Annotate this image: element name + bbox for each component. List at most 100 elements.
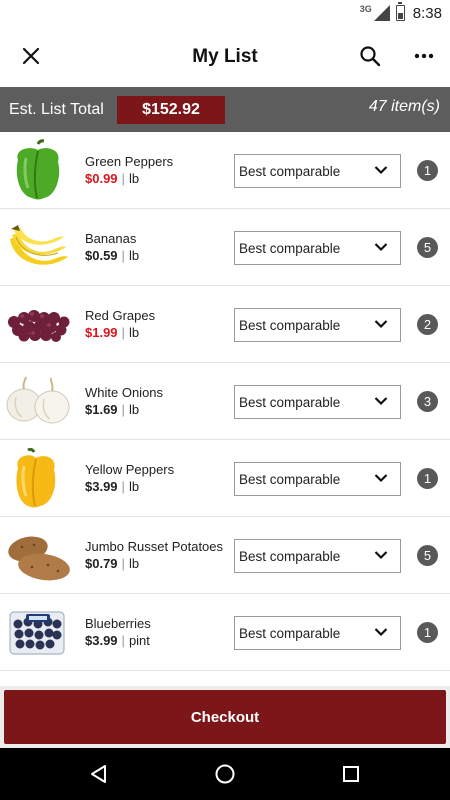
price-separator: | xyxy=(121,247,125,263)
quantity-badge[interactable]: 5 xyxy=(417,545,438,566)
home-button[interactable] xyxy=(212,761,238,787)
substitution-select[interactable]: Best comparable xyxy=(234,539,401,573)
substitution-select[interactable]: Best comparable xyxy=(234,231,401,265)
item-price-line: $3.99 | pint xyxy=(85,632,225,650)
chevron-down-icon xyxy=(374,166,388,175)
item-unit: lb xyxy=(128,324,140,340)
item-name: Yellow Peppers xyxy=(85,461,175,477)
item-name: White Onions xyxy=(85,384,164,400)
item-price: $0.99 xyxy=(85,170,118,186)
item-price: $1.99 xyxy=(85,324,118,340)
list-item[interactable]: Green Peppers $0.99 | lb Best comparable 1 xyxy=(0,132,450,209)
substitution-select[interactable]: Best comparable xyxy=(234,462,401,496)
item-price: $3.99 xyxy=(85,632,118,648)
item-name: Jumbo Russet Potatoes xyxy=(85,538,224,554)
quantity-badge[interactable]: 2 xyxy=(417,314,438,335)
item-name: Bananas xyxy=(85,230,137,246)
item-info: Bananas $0.59 | lb xyxy=(85,209,225,286)
quantity-badge[interactable]: 1 xyxy=(417,160,438,181)
item-price: $3.99 xyxy=(85,478,118,494)
potato-image xyxy=(8,536,70,581)
list-item[interactable]: Jumbo Russet Potatoes $0.79 | lb Best comp… xyxy=(0,517,450,594)
home-icon xyxy=(215,764,235,784)
select-value: Best comparable xyxy=(239,317,341,333)
screen: 3G 8:38 My List Est. List Total $152.92 … xyxy=(0,0,450,800)
item-price-line: $1.69 | lb xyxy=(85,401,225,419)
item-info: Jumbo Russet Potatoes $0.79 | lb xyxy=(85,517,225,594)
substitution-select[interactable]: Best comparable xyxy=(234,308,401,342)
item-price-line: $0.59 | lb xyxy=(85,247,225,265)
select-value: Best comparable xyxy=(239,394,341,410)
list-item[interactable]: White Onions $1.69 | lb Best comparable 3 xyxy=(0,363,450,440)
item-info: Green Peppers $0.99 | lb xyxy=(85,132,225,209)
item-unit: lb xyxy=(128,478,140,494)
chevron-down-icon xyxy=(374,474,388,483)
yellow-pepper-image xyxy=(16,447,56,508)
item-info: Yellow Peppers $3.99 | lb xyxy=(85,440,225,517)
quantity-badge[interactable]: 5 xyxy=(417,237,438,258)
chevron-down-icon xyxy=(374,397,388,406)
checkout-button[interactable]: Checkout xyxy=(4,690,446,744)
signal-icon xyxy=(373,5,390,21)
list-item[interactable]: Blueberries $3.99 | pint Best comparable 1 xyxy=(0,594,450,671)
list-item[interactable]: Yellow Peppers $3.99 | lb Best comparable … xyxy=(0,440,450,517)
price-separator: | xyxy=(121,555,125,571)
item-price: $0.59 xyxy=(85,247,118,263)
select-value: Best comparable xyxy=(239,240,341,256)
item-info: White Onions $1.69 | lb xyxy=(85,363,225,440)
item-price-line: $3.99 | lb xyxy=(85,478,225,496)
substitution-select[interactable]: Best comparable xyxy=(234,616,401,650)
back-button[interactable] xyxy=(86,761,112,787)
quantity-badge[interactable]: 3 xyxy=(417,391,438,412)
item-price: $0.79 xyxy=(85,555,118,571)
search-button[interactable] xyxy=(352,38,388,74)
green-pepper-image xyxy=(16,139,60,200)
item-price: $1.69 xyxy=(85,401,118,417)
back-icon xyxy=(91,765,106,783)
list-item[interactable]: Red Grapes $1.99 | lb Best comparable 2 xyxy=(0,286,450,363)
item-name: Blueberries xyxy=(85,615,151,631)
system-nav-bar xyxy=(0,748,450,800)
recents-icon xyxy=(343,766,359,782)
blueberries-image xyxy=(9,611,65,655)
shopping-list: Green Peppers $0.99 | lb Best comparable 1 xyxy=(0,132,450,671)
item-unit: lb xyxy=(128,401,140,417)
chevron-down-icon xyxy=(374,243,388,252)
search-icon xyxy=(360,46,381,67)
item-info: Blueberries $3.99 | pint xyxy=(85,594,225,671)
banana-image xyxy=(10,225,68,265)
more-icon xyxy=(414,53,434,59)
item-unit: pint xyxy=(128,632,150,648)
status-time: 8:38 xyxy=(412,4,442,22)
quantity-badge[interactable]: 1 xyxy=(417,622,438,643)
select-value: Best comparable xyxy=(239,163,341,179)
item-count: 47 item(s) xyxy=(368,98,440,115)
battery-icon xyxy=(395,2,405,21)
substitution-select[interactable]: Best comparable xyxy=(234,154,401,188)
chevron-down-icon xyxy=(374,320,388,329)
price-separator: | xyxy=(121,170,125,186)
price-separator: | xyxy=(121,478,125,494)
close-icon xyxy=(22,47,40,65)
select-value: Best comparable xyxy=(239,625,341,641)
total-label: Est. List Total xyxy=(9,100,104,118)
total-amount: $152.92 xyxy=(117,96,225,124)
item-name: Green Peppers xyxy=(85,153,174,169)
list-item[interactable]: Bananas $0.59 | lb Best comparable 5 xyxy=(0,209,450,286)
substitution-select[interactable]: Best comparable xyxy=(234,385,401,419)
price-separator: | xyxy=(121,401,125,417)
item-unit: lb xyxy=(128,555,140,571)
list-total-bar: Est. List Total $152.92 47 item(s) xyxy=(0,87,450,132)
item-info: Red Grapes $1.99 | lb xyxy=(85,286,225,363)
quantity-badge[interactable]: 1 xyxy=(417,468,438,489)
select-value: Best comparable xyxy=(239,471,341,487)
white-onion-image xyxy=(6,376,70,424)
app-header: My List xyxy=(0,26,450,87)
price-separator: | xyxy=(121,632,125,648)
more-options-button[interactable] xyxy=(406,38,442,74)
close-button[interactable] xyxy=(13,38,49,74)
item-unit: lb xyxy=(128,247,140,263)
recents-button[interactable] xyxy=(338,761,364,787)
status-bar: 3G 8:38 xyxy=(0,0,450,26)
item-price-line: $0.99 | lb xyxy=(85,170,225,188)
